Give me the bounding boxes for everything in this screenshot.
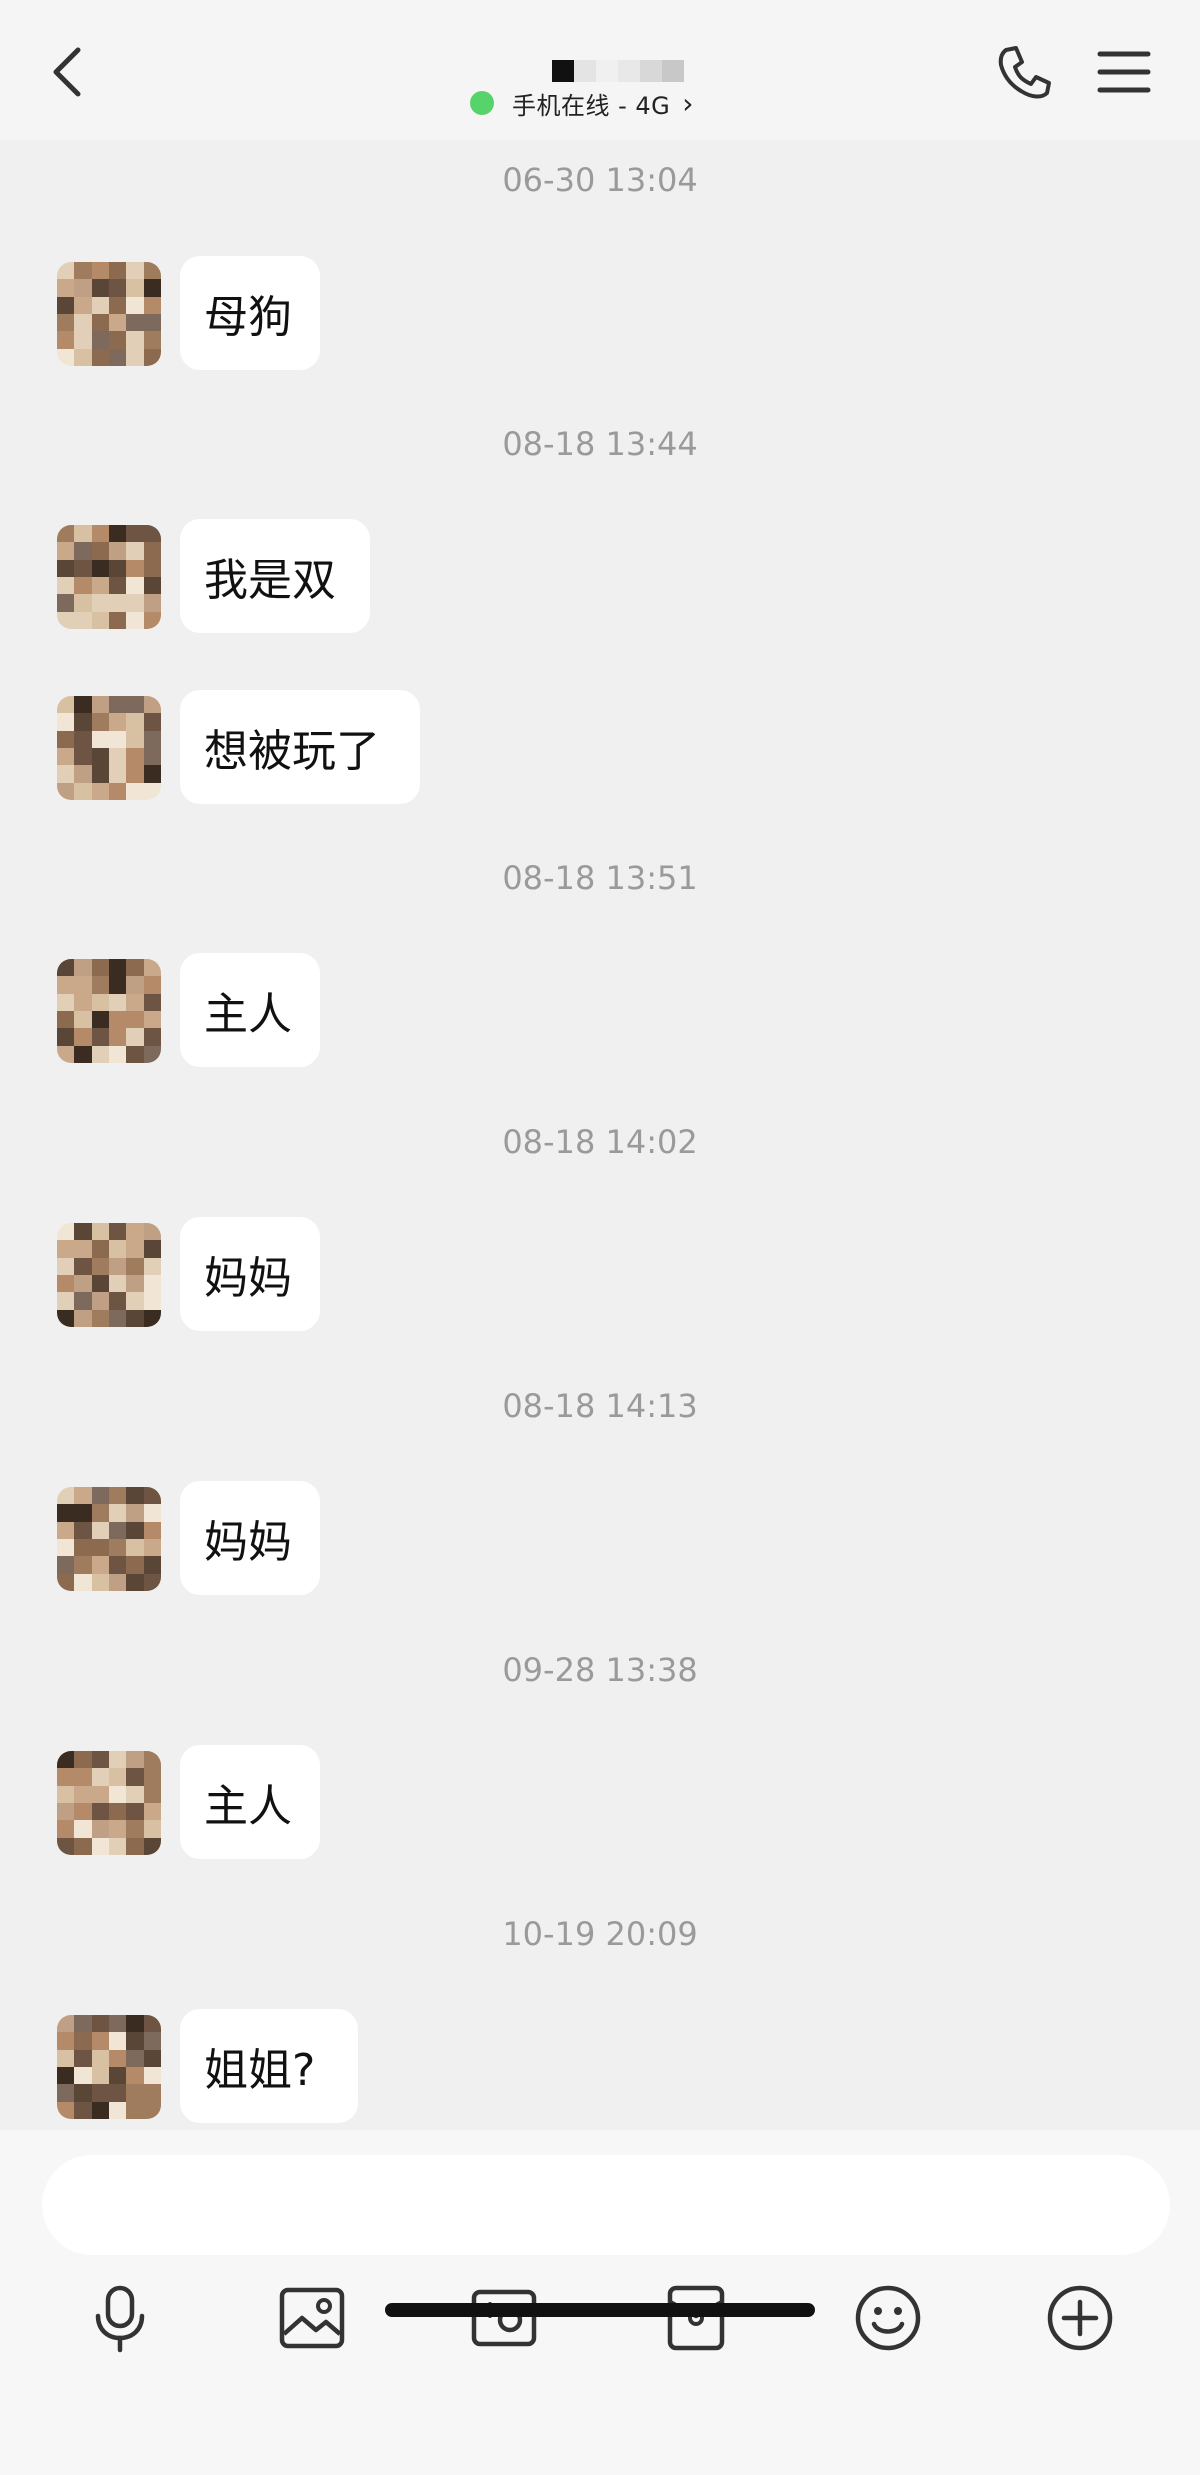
chevron-left-icon <box>53 47 81 97</box>
message-bubble[interactable]: 母狗 <box>180 256 320 370</box>
online-status[interactable]: 手机在线 - 4G › <box>470 86 694 120</box>
image-button[interactable] <box>272 2278 352 2358</box>
avatar[interactable] <box>57 525 161 629</box>
chat-header: 手机在线 - 4G › <box>0 0 1200 140</box>
online-indicator <box>470 91 494 115</box>
phone-icon <box>998 46 1051 99</box>
avatar[interactable] <box>57 1751 161 1855</box>
avatar[interactable] <box>57 1223 161 1327</box>
emoji-button[interactable] <box>848 2278 928 2358</box>
timestamp: 08-18 14:13 <box>502 1387 698 1425</box>
timestamp: 06-30 13:04 <box>502 161 698 199</box>
red-packet-button[interactable] <box>656 2278 736 2358</box>
home-indicator[interactable] <box>385 2303 815 2317</box>
plus-circle-icon <box>1047 2285 1113 2351</box>
camera-button[interactable] <box>464 2278 544 2358</box>
contact-name-pixelated <box>552 60 684 82</box>
call-button[interactable] <box>992 40 1056 104</box>
microphone-icon <box>95 2285 145 2353</box>
emoji-icon <box>855 2285 921 2351</box>
menu-button[interactable] <box>1092 40 1156 104</box>
message-bubble[interactable]: 姐姐? <box>180 2009 358 2123</box>
timestamp: 09-28 13:38 <box>502 1651 698 1689</box>
message-bubble[interactable]: 妈妈 <box>180 1217 320 1331</box>
chevron-right-icon: › <box>682 86 694 120</box>
online-status-text: 手机在线 - 4G <box>512 91 671 120</box>
red-packet-icon <box>667 2285 725 2351</box>
message-bubble[interactable]: 主人 <box>180 1745 320 1859</box>
avatar[interactable] <box>57 696 161 800</box>
avatar[interactable] <box>57 1487 161 1591</box>
message-bubble[interactable]: 妈妈 <box>180 1481 320 1595</box>
avatar[interactable] <box>57 2015 161 2119</box>
image-icon <box>279 2287 345 2349</box>
timestamp: 08-18 13:51 <box>502 859 698 897</box>
message-input[interactable] <box>42 2155 1170 2255</box>
timestamp: 08-18 14:02 <box>502 1123 698 1161</box>
hamburger-menu-icon <box>1097 51 1151 93</box>
more-button[interactable] <box>1040 2278 1120 2358</box>
avatar[interactable] <box>57 959 161 1063</box>
timestamp: 08-18 13:44 <box>502 425 698 463</box>
message-bubble[interactable]: 我是双 <box>180 519 370 633</box>
avatar[interactable] <box>57 262 161 366</box>
voice-button[interactable] <box>80 2278 160 2358</box>
timestamp: 10-19 20:09 <box>502 1915 698 1953</box>
message-bubble[interactable]: 主人 <box>180 953 320 1067</box>
camera-icon <box>471 2289 537 2347</box>
back-button[interactable] <box>40 40 100 104</box>
message-bubble[interactable]: 想被玩了 <box>180 690 420 804</box>
